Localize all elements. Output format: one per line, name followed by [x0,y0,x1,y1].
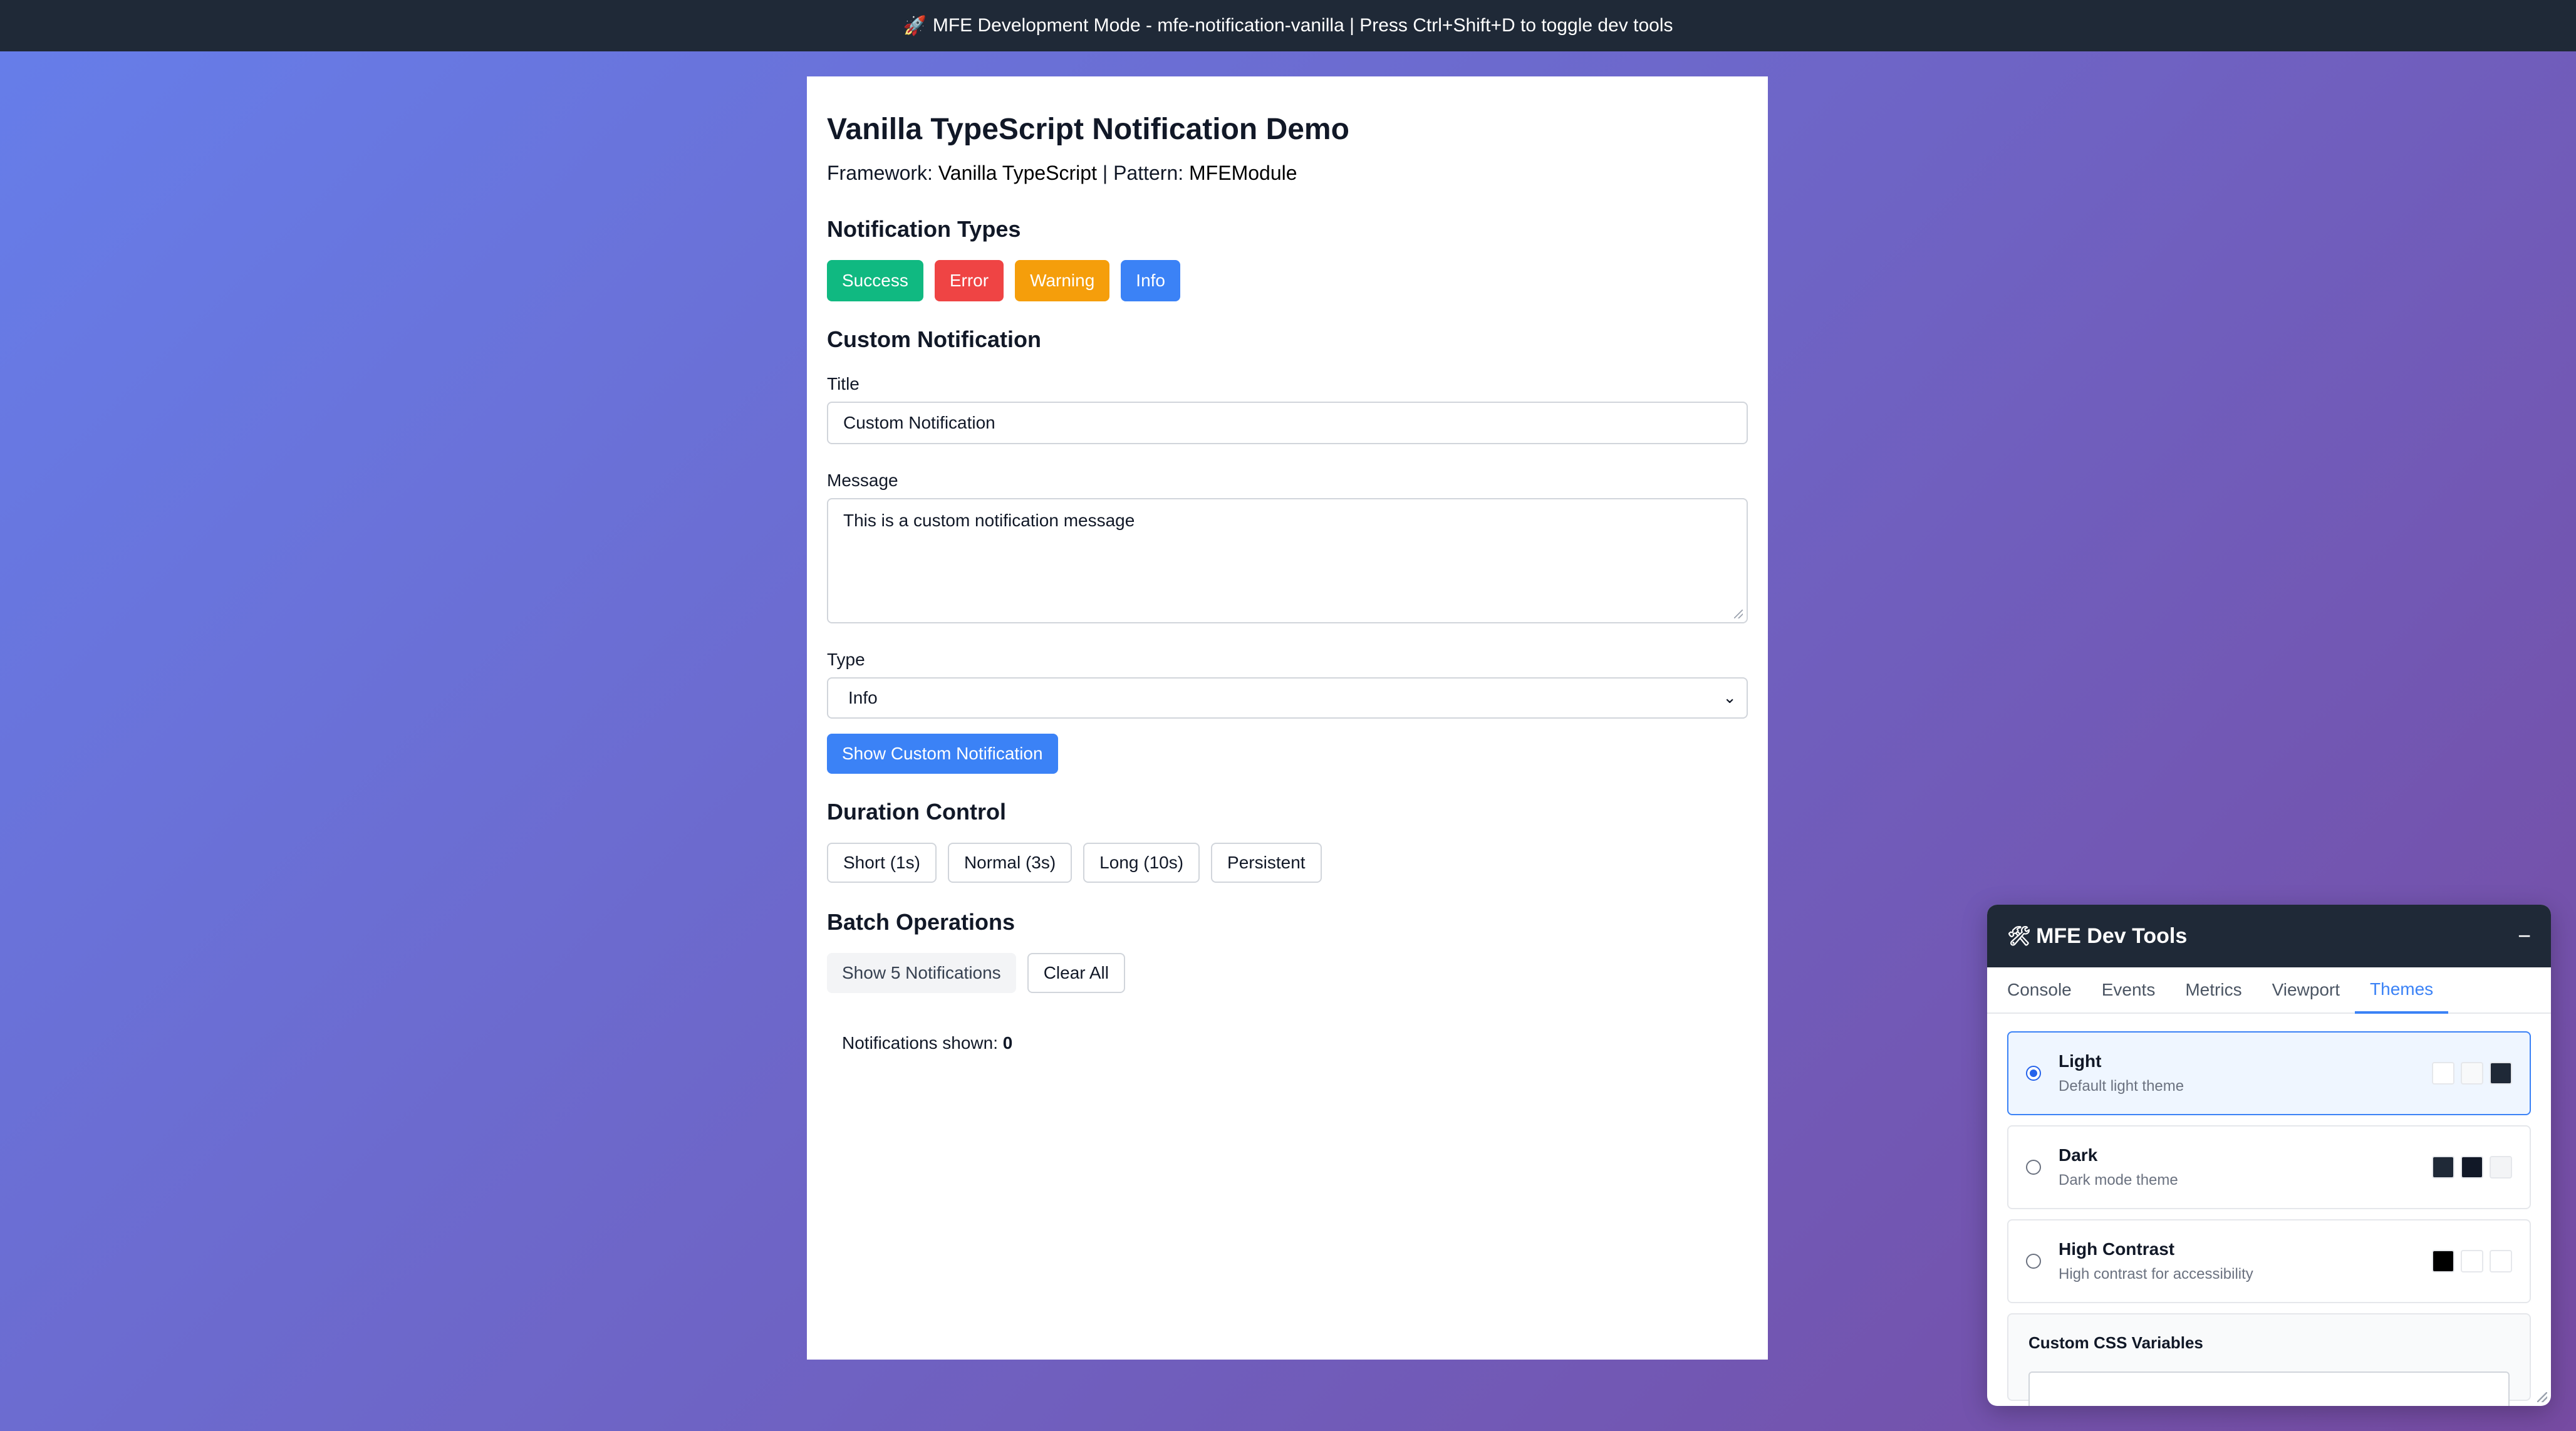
framework-value: Vanilla TypeScript [938,161,1097,184]
color-swatch [2432,1156,2454,1179]
theme-radio-high-contrast[interactable] [2026,1254,2041,1269]
error-button[interactable]: Error [934,259,1004,301]
theme-name: Light [2059,1051,2102,1071]
duration-control-heading: Duration Control [827,798,1006,825]
rocket-icon: 🚀 [903,15,927,36]
pattern-label: Pattern: [1113,161,1184,184]
show-custom-notification-button[interactable]: Show Custom Notification [827,733,1058,774]
color-swatch [2490,1062,2512,1085]
notification-types-buttons: Success Error Warning Info [827,259,1748,301]
framework-label: Framework: [827,161,933,184]
custom-css-variables-heading: Custom CSS Variables [2028,1333,2203,1352]
tab-viewport[interactable]: Viewport [2257,967,2355,1012]
chevron-down-icon: ⌄ [1723,688,1737,707]
theme-option-high-contrast[interactable]: High Contrast High contrast for accessib… [2007,1219,2531,1303]
dev-tools-header: 🛠 MFE Dev Tools − [1987,905,2551,967]
dev-tools-title: 🛠 MFE Dev Tools [2007,924,2187,949]
dev-mode-banner: 🚀 MFE Development Mode - mfe-notificatio… [0,0,2576,51]
batch-buttons: Show 5 Notifications Clear All [827,952,1748,993]
color-swatch [2461,1062,2483,1085]
show-five-notifications-button[interactable]: Show 5 Notifications [827,952,1016,993]
title-input[interactable]: Custom Notification [827,401,1748,444]
dev-tools-title-text: MFE Dev Tools [2036,924,2188,948]
pattern-value: MFEModule [1189,161,1297,184]
theme-swatches [2432,1156,2512,1179]
custom-css-variables-input[interactable] [2028,1371,2510,1406]
theme-description: Dark mode theme [2059,1172,2178,1189]
theme-radio-dark[interactable] [2026,1160,2041,1175]
demo-card: Vanilla TypeScript Notification Demo Fra… [807,76,1768,1360]
notification-types-heading: Notification Types [827,216,1021,242]
theme-swatches [2432,1062,2512,1085]
color-swatch [2461,1250,2483,1272]
theme-name: Dark [2059,1145,2098,1165]
short-duration-button[interactable]: Short (1s) [827,842,937,883]
dev-tools-tabs: Console Events Metrics Viewport Themes [1987,967,2551,1014]
clear-all-button[interactable]: Clear All [1027,952,1125,993]
framework-info: Framework: Vanilla TypeScript | Pattern:… [827,162,1748,185]
dev-mode-banner-text: MFE Development Mode - mfe-notification-… [932,15,1673,36]
themes-panel: Light Default light theme Dark Dark mode… [1987,1014,2551,1406]
color-swatch [2490,1156,2512,1179]
info-button[interactable]: Info [1121,259,1180,301]
tab-metrics[interactable]: Metrics [2170,967,2257,1012]
notifications-counter: Notifications shown: 0 [827,1033,1748,1053]
batch-operations-heading: Batch Operations [827,908,1015,935]
counter-value: 0 [1002,1033,1013,1053]
title-field-label: Title [827,373,860,393]
message-textarea-value: This is a custom notification message [843,510,1135,530]
framework-separator: | [1102,161,1108,184]
custom-notification-heading: Custom Notification [827,326,1041,352]
normal-duration-button[interactable]: Normal (3s) [947,842,1072,883]
long-duration-button[interactable]: Long (10s) [1083,842,1200,883]
color-swatch [2490,1250,2512,1272]
resize-grip-icon[interactable] [1734,609,1743,618]
warning-button[interactable]: Warning [1015,259,1110,301]
title-input-value: Custom Notification [843,412,995,432]
minimize-button[interactable]: − [2518,923,2531,949]
page-title: Vanilla TypeScript Notification Demo [827,113,1349,146]
duration-buttons: Short (1s) Normal (3s) Long (10s) Persis… [827,842,1748,883]
tab-events[interactable]: Events [2087,967,2171,1012]
custom-css-variables-section: Custom CSS Variables [2007,1313,2531,1406]
counter-label: Notifications shown: [842,1033,999,1053]
theme-description: Default light theme [2059,1078,2184,1095]
success-button[interactable]: Success [827,259,923,301]
type-field-label: Type [827,649,865,669]
theme-option-dark[interactable]: Dark Dark mode theme [2007,1125,2531,1209]
resize-handle-icon[interactable] [2537,1392,2547,1402]
theme-option-light[interactable]: Light Default light theme [2007,1031,2531,1115]
color-swatch [2461,1156,2483,1179]
message-textarea[interactable]: This is a custom notification message [827,497,1748,623]
theme-swatches [2432,1250,2512,1272]
theme-radio-light[interactable] [2026,1066,2041,1081]
type-select[interactable]: Info ⌄ [827,677,1748,719]
tab-themes[interactable]: Themes [2355,967,2449,1014]
color-swatch [2432,1062,2454,1085]
message-field-label: Message [827,470,898,490]
type-select-value: Info [848,687,878,707]
dev-tools-panel: 🛠 MFE Dev Tools − Console Events Metrics… [1987,905,2551,1406]
persistent-duration-button[interactable]: Persistent [1211,842,1322,883]
wrench-icon: 🛠 [2007,925,2032,947]
color-swatch [2432,1250,2454,1272]
theme-name: High Contrast [2059,1239,2175,1259]
theme-description: High contrast for accessibility [2059,1266,2253,1283]
tab-console[interactable]: Console [1992,967,2087,1012]
